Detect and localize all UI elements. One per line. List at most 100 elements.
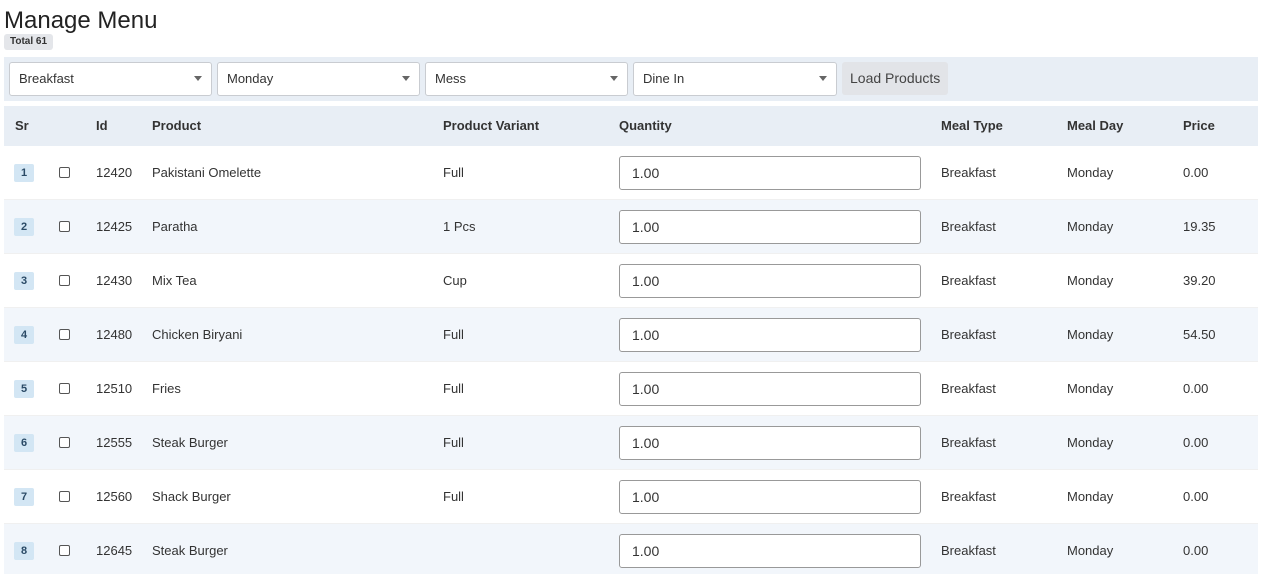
- row-meal-type: Breakfast: [941, 543, 996, 558]
- meal-day-select[interactable]: Monday: [217, 62, 420, 96]
- header-product: Product: [152, 118, 202, 133]
- row-meal-day: Monday: [1067, 381, 1114, 396]
- table-row: 8 12645 Steak Burger Breakfast Monday 0.…: [4, 524, 1258, 574]
- row-id: 12420: [96, 165, 133, 180]
- row-number-badge: 6: [14, 434, 34, 452]
- header-price: Price: [1183, 118, 1215, 133]
- row-id: 12555: [96, 435, 133, 450]
- row-variant: Cup: [443, 273, 467, 288]
- row-number-badge: 4: [14, 326, 34, 344]
- row-id: 12560: [96, 489, 133, 504]
- row-price: 0.00: [1183, 489, 1209, 504]
- quantity-input[interactable]: [619, 534, 921, 568]
- row-meal-type: Breakfast: [941, 489, 996, 504]
- row-price: 54.50: [1183, 327, 1216, 342]
- row-number-badge: 3: [14, 272, 34, 290]
- row-meal-type: Breakfast: [941, 435, 996, 450]
- row-price: 39.20: [1183, 273, 1216, 288]
- chevron-down-icon: [194, 76, 202, 81]
- row-id: 12645: [96, 543, 133, 558]
- location-select-value: Mess: [435, 71, 467, 86]
- row-variant: Full: [443, 327, 464, 342]
- chevron-down-icon: [402, 76, 410, 81]
- quantity-input[interactable]: [619, 372, 921, 406]
- row-product: Fries: [152, 381, 181, 396]
- row-number-badge: 7: [14, 488, 34, 506]
- row-variant: 1 Pcs: [443, 219, 476, 234]
- row-meal-day: Monday: [1067, 489, 1114, 504]
- row-select-checkbox[interactable]: [59, 167, 70, 178]
- chevron-down-icon: [819, 76, 827, 81]
- order-type-select-value: Dine In: [643, 71, 685, 86]
- table-row: 3 12430 Mix Tea Cup Breakfast Monday 39.…: [4, 254, 1258, 308]
- header-sr: Sr: [15, 118, 29, 133]
- table-row: 5 12510 Fries Full Breakfast Monday 0.00: [4, 362, 1258, 416]
- row-number-badge: 5: [14, 380, 34, 398]
- row-price: 0.00: [1183, 165, 1209, 180]
- row-id: 12510: [96, 381, 133, 396]
- table-row: 4 12480 Chicken Biryani Full Breakfast M…: [4, 308, 1258, 362]
- row-product: Paratha: [152, 219, 198, 234]
- filter-bar: Breakfast Monday Mess Dine In Load Produ…: [4, 57, 1258, 101]
- row-price: 0.00: [1183, 381, 1209, 396]
- quantity-input[interactable]: [619, 156, 921, 190]
- table-row: 6 12555 Steak Burger Full Breakfast Mond…: [4, 416, 1258, 470]
- header-meal-type: Meal Type: [941, 118, 1003, 133]
- row-price: 0.00: [1183, 543, 1209, 558]
- meal-type-select[interactable]: Breakfast: [9, 62, 212, 96]
- row-meal-type: Breakfast: [941, 165, 996, 180]
- row-select-checkbox[interactable]: [59, 383, 70, 394]
- header-id: Id: [96, 118, 108, 133]
- row-id: 12425: [96, 219, 133, 234]
- row-variant: Full: [443, 489, 464, 504]
- quantity-input[interactable]: [619, 480, 921, 514]
- meal-type-select-value: Breakfast: [19, 71, 74, 86]
- row-meal-day: Monday: [1067, 165, 1114, 180]
- row-variant: Full: [443, 381, 464, 396]
- row-meal-type: Breakfast: [941, 219, 996, 234]
- row-meal-type: Breakfast: [941, 327, 996, 342]
- row-product: Pakistani Omelette: [152, 165, 262, 180]
- row-price: 19.35: [1183, 219, 1216, 234]
- manage-menu-page: Manage Menu Total 61 Breakfast Monday Me…: [0, 0, 1264, 574]
- row-product: Steak Burger: [152, 543, 228, 558]
- total-count-badge: Total 61: [4, 34, 54, 50]
- row-meal-day: Monday: [1067, 273, 1114, 288]
- row-product: Shack Burger: [152, 489, 231, 504]
- row-meal-day: Monday: [1067, 543, 1114, 558]
- quantity-input[interactable]: [619, 426, 921, 460]
- row-product: Chicken Biryani: [152, 327, 243, 342]
- order-type-select[interactable]: Dine In: [633, 62, 837, 96]
- header-meal-day: Meal Day: [1067, 118, 1124, 133]
- table-row: 7 12560 Shack Burger Full Breakfast Mond…: [4, 470, 1258, 524]
- row-number-badge: 1: [14, 164, 34, 182]
- row-select-checkbox[interactable]: [59, 437, 70, 448]
- quantity-input[interactable]: [619, 264, 921, 298]
- load-products-button[interactable]: Load Products: [842, 62, 949, 95]
- row-select-checkbox[interactable]: [59, 545, 70, 556]
- products-table: Sr Id Product Product Variant Quantity M…: [4, 106, 1258, 574]
- header-variant: Product Variant: [443, 118, 540, 133]
- row-select-checkbox[interactable]: [59, 329, 70, 340]
- row-price: 0.00: [1183, 435, 1209, 450]
- row-product: Mix Tea: [152, 273, 197, 288]
- page-title: Manage Menu: [4, 7, 158, 34]
- header-quantity: Quantity: [619, 118, 672, 133]
- location-select[interactable]: Mess: [425, 62, 628, 96]
- table-row: 2 12425 Paratha 1 Pcs Breakfast Monday 1…: [4, 200, 1258, 254]
- row-id: 12430: [96, 273, 133, 288]
- row-select-checkbox[interactable]: [59, 221, 70, 232]
- row-select-checkbox[interactable]: [59, 491, 70, 502]
- meal-day-select-value: Monday: [227, 71, 274, 86]
- row-number-badge: 2: [14, 218, 34, 236]
- quantity-input[interactable]: [619, 210, 921, 244]
- row-product: Steak Burger: [152, 435, 228, 450]
- row-select-checkbox[interactable]: [59, 275, 70, 286]
- row-variant: Full: [443, 435, 464, 450]
- chevron-down-icon: [610, 76, 618, 81]
- quantity-input[interactable]: [619, 318, 921, 352]
- table-header: Sr Id Product Product Variant Quantity M…: [4, 106, 1258, 146]
- row-id: 12480: [96, 327, 133, 342]
- row-meal-day: Monday: [1067, 435, 1114, 450]
- row-meal-day: Monday: [1067, 219, 1114, 234]
